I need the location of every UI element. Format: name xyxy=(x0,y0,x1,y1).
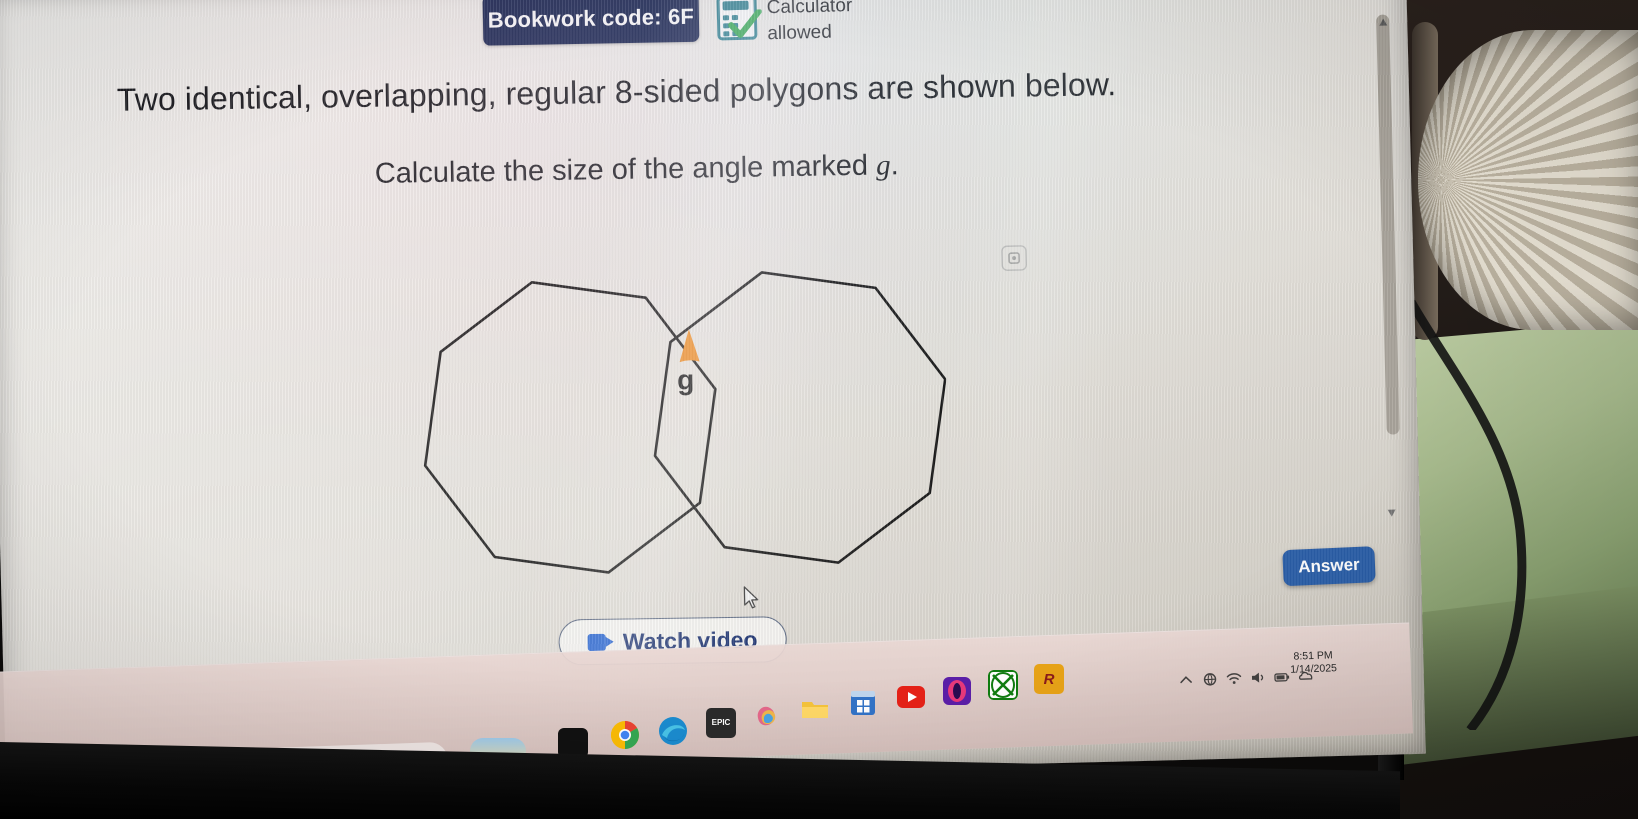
scroll-up-arrow-icon[interactable] xyxy=(1377,17,1389,29)
taskbar-item-epic-games-icon[interactable]: EPIC xyxy=(706,708,736,738)
taskbar-item-opera-gx-icon[interactable] xyxy=(942,676,972,706)
taskbar-item-microsoft-store-icon[interactable] xyxy=(848,688,878,718)
calculator-icon xyxy=(716,0,762,41)
clock-date: 1/14/2025 xyxy=(1290,662,1338,676)
fan-icon xyxy=(1418,30,1638,330)
photo-scene: Bookwork code: 6F Calculator allowed Two… xyxy=(0,0,1638,819)
volume-icon[interactable] xyxy=(1250,670,1266,685)
green-check-icon xyxy=(728,9,762,38)
system-tray xyxy=(1177,655,1378,700)
answer-button[interactable]: Answer xyxy=(1282,546,1376,587)
power-cable xyxy=(1406,300,1527,730)
mouse-pointer-icon xyxy=(743,586,759,609)
wifi-icon[interactable] xyxy=(1226,671,1242,686)
question-line-2-suffix: . xyxy=(890,149,899,182)
screenshot-crosshair-icon[interactable] xyxy=(1001,245,1028,272)
calculator-line2: allowed xyxy=(767,21,833,45)
question-line-2-prefix: Calculate the size of the angle marked xyxy=(374,149,877,190)
scrollbar-thumb[interactable] xyxy=(1376,14,1400,435)
octagons-diagram xyxy=(423,271,947,574)
taskbar-item-xbox-icon[interactable] xyxy=(988,670,1018,700)
calculator-line1: Calculator xyxy=(766,0,853,19)
calculator-allowed-group: Calculator allowed xyxy=(716,0,853,48)
right-octagon xyxy=(653,271,947,564)
battery-icon[interactable] xyxy=(1274,670,1290,685)
angle-g-label: g xyxy=(676,364,695,396)
taskbar-item-rockstar-games-icon[interactable]: R xyxy=(1034,664,1064,694)
question-line-1: Two identical, overlapping, regular 8-si… xyxy=(116,66,1117,118)
answer-button-label: Answer xyxy=(1297,554,1361,577)
taskbar-item-google-chrome-icon[interactable] xyxy=(610,720,640,750)
angle-variable-label: g xyxy=(875,149,891,182)
taskbar-item-youtube-icon[interactable] xyxy=(896,682,926,712)
calculator-allowed-text: Calculator allowed xyxy=(766,0,853,47)
taskbar-icon-row: EPIC R xyxy=(470,664,1090,764)
taskbar-item-file-explorer-icon[interactable] xyxy=(800,694,830,724)
video-camera-icon xyxy=(587,633,614,651)
chevron-up-icon[interactable] xyxy=(1178,673,1194,688)
question-line-2: Calculate the size of the angle marked g… xyxy=(375,149,899,191)
network-icon[interactable] xyxy=(1202,672,1218,687)
scroll-down-arrow-icon[interactable] xyxy=(1385,506,1399,518)
taskbar-item-microsoft-edge-icon[interactable] xyxy=(658,716,688,746)
browser-page: Bookwork code: 6F Calculator allowed Two… xyxy=(0,0,1424,710)
taskbar-item-copilot-icon[interactable] xyxy=(752,700,782,730)
left-octagon xyxy=(423,280,717,574)
bookwork-code-label: Bookwork code: 6F xyxy=(487,3,695,33)
bookwork-code-badge: Bookwork code: 6F xyxy=(482,0,700,46)
taskbar-clock[interactable]: 8:51 PM 1/14/2025 xyxy=(1290,649,1338,677)
